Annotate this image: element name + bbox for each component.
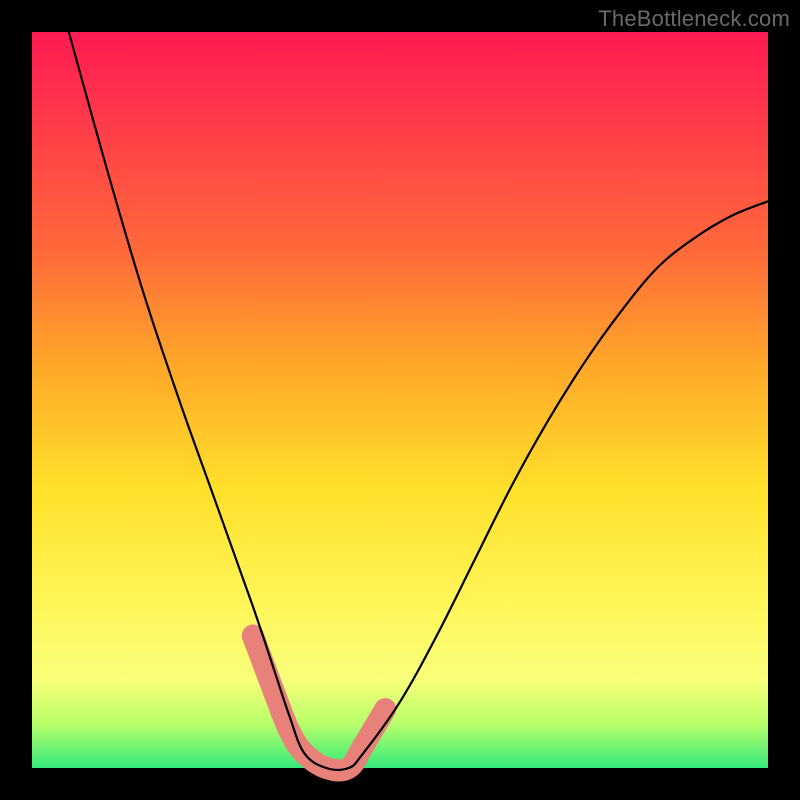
chart-frame: TheBottleneck.com (0, 0, 800, 800)
curve-layer (32, 32, 768, 768)
bottleneck-curve (69, 32, 768, 770)
watermark-text: TheBottleneck.com (598, 6, 790, 32)
